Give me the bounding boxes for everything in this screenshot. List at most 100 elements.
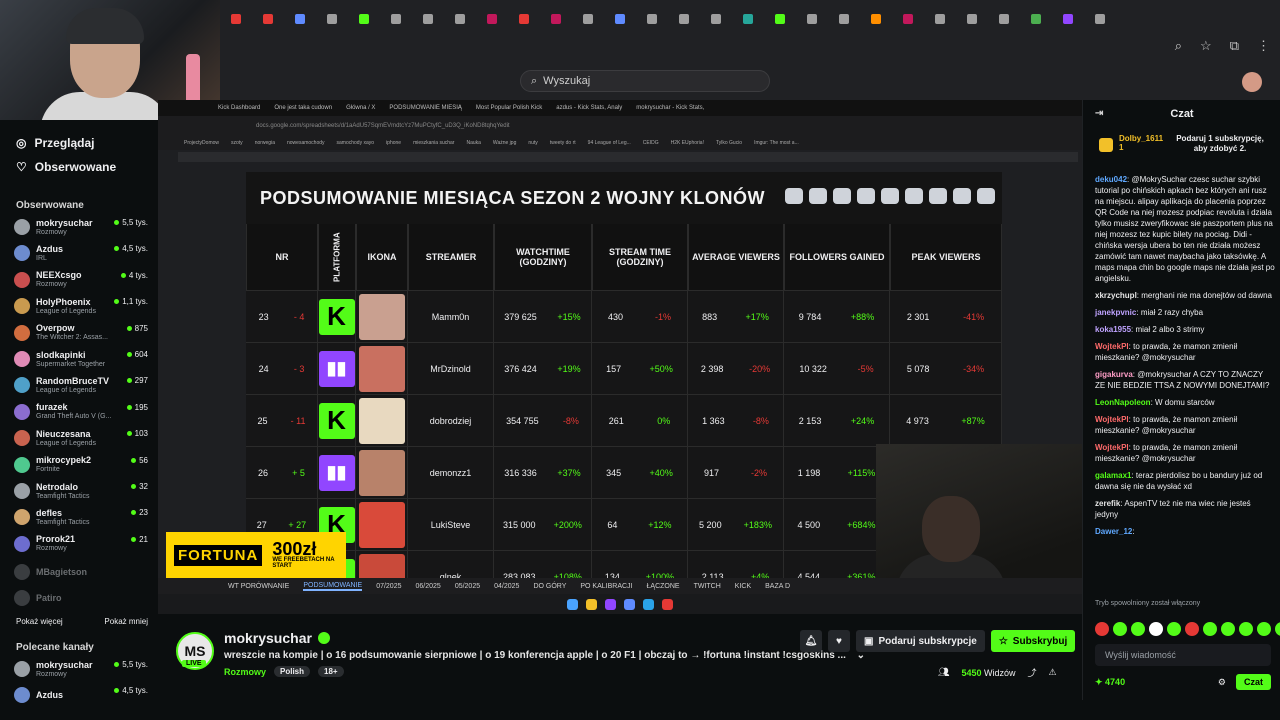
sidebar-channel[interactable]: Azdus IRL 4,5 tys. <box>14 240 152 266</box>
sidebar-channel[interactable]: mikrocypek2 Fortnite 56 <box>14 452 152 478</box>
show-more-button[interactable]: Pokaż więcej <box>16 617 63 626</box>
browser-tab[interactable] <box>830 9 858 29</box>
sidebar-channel-offline[interactable]: Patiro <box>14 585 152 611</box>
chat-username[interactable]: WojtekPl <box>1095 415 1129 424</box>
chat-username[interactable]: WojtekPl <box>1095 342 1129 351</box>
browser-tab[interactable] <box>926 9 954 29</box>
browser-tab[interactable] <box>542 9 570 29</box>
user-avatar[interactable] <box>1242 72 1262 92</box>
sidebar-channel[interactable]: slodkapinki Supermarket Together 604 <box>14 346 152 372</box>
sidebar-channel[interactable]: NEEXcsgo Rozmowy 4 tys. <box>14 267 152 293</box>
browser-tab[interactable] <box>606 9 634 29</box>
sidebar-channel[interactable]: Azdus 4,5 tys. <box>14 682 152 708</box>
emote-icon[interactable] <box>1149 622 1163 636</box>
sheet-tab[interactable]: PO KALIBRACJI <box>580 583 632 590</box>
report-icon[interactable]: ⚠ <box>1049 667 1057 678</box>
browser-tab[interactable] <box>510 9 538 29</box>
sheet-tab[interactable]: DO GÓRY <box>533 583 566 590</box>
chat-username[interactable]: galamax1 <box>1095 471 1131 480</box>
emote-icon[interactable] <box>1203 622 1217 636</box>
sidebar-channel[interactable]: Overpow The Witcher 2: Assas... 875 <box>14 320 152 346</box>
sidebar-channel[interactable]: HolyPhoenix League of Legends 1,1 tys. <box>14 293 152 319</box>
sheet-tab[interactable]: 07/2025 <box>376 583 401 590</box>
pinned-gift-banner[interactable]: Dolby_1611 1 Podaruj 1 subskrypcję, aby … <box>1099 134 1271 162</box>
sidebar-channel[interactable]: Prorok21 Rozmowy 21 <box>14 531 152 557</box>
bookmark-star-icon[interactable]: ☆ <box>1200 38 1212 54</box>
share-icon[interactable]: ⤴ <box>1028 666 1037 679</box>
browser-tab[interactable] <box>894 9 922 29</box>
show-less-button[interactable]: Pokaż mniej <box>104 617 148 626</box>
browser-tab[interactable] <box>734 9 762 29</box>
browser-tab[interactable] <box>446 9 474 29</box>
sidebar-browse-link[interactable]: ◎ Przeglądaj <box>16 136 95 150</box>
sidebar-channel[interactable]: RandomBruceTV League of Legends 297 <box>14 372 152 398</box>
sidebar-channel[interactable]: Netrodalo Teamfight Tactics 32 <box>14 478 152 504</box>
browser-tab[interactable] <box>414 9 442 29</box>
menu-icon[interactable]: ⋮ <box>1257 38 1270 54</box>
browser-tab[interactable] <box>478 9 506 29</box>
stream-category-link[interactable]: Rozmowy <box>224 667 266 677</box>
chat-username[interactable]: WojtekPl <box>1095 443 1129 452</box>
sidebar-channel[interactable]: mokrysuchar Rozmowy 5,5 tys. <box>14 214 152 240</box>
follow-heart-button[interactable]: ♥ <box>828 630 850 652</box>
sidebar-channel[interactable]: Nieuczesana League of Legends 103 <box>14 425 152 451</box>
browser-tab[interactable] <box>670 9 698 29</box>
site-search-input[interactable]: ⌕ Wyszukaj <box>520 70 770 92</box>
gift-subscription-button[interactable]: ▣ Podaruj subskrypcje <box>856 630 985 652</box>
sheet-tab[interactable]: KICK <box>735 583 751 590</box>
emote-icon[interactable] <box>1257 622 1271 636</box>
channel-points[interactable]: ✦ 4740 <box>1095 677 1125 688</box>
emote-icon[interactable] <box>1131 622 1145 636</box>
emote-icon[interactable] <box>1275 622 1280 636</box>
tag-polish[interactable]: Polish <box>274 666 311 677</box>
chat-username[interactable]: deku042 <box>1095 175 1127 184</box>
chat-username[interactable]: zerefik <box>1095 499 1120 508</box>
sheet-tab[interactable]: ŁĄCZONE <box>647 583 680 590</box>
notifications-bell-button[interactable]: 🔔︎ <box>800 630 822 652</box>
browser-tab[interactable] <box>862 9 890 29</box>
chat-message-input[interactable]: Wyślij wiadomość <box>1095 644 1271 666</box>
browser-tab[interactable] <box>1086 9 1114 29</box>
emote-icon[interactable] <box>1221 622 1235 636</box>
emote-icon[interactable] <box>1095 622 1109 636</box>
sheet-tab[interactable]: TWITCH <box>694 583 721 590</box>
extensions-icon[interactable]: ⧉ <box>1230 38 1239 54</box>
chat-send-button[interactable]: Czat <box>1235 674 1271 690</box>
sheet-tab[interactable]: PODSUMOWANIE <box>303 582 363 591</box>
sidebar-channel[interactable]: furazek Grand Theft Auto V (G... 195 <box>14 399 152 425</box>
emote-icon[interactable] <box>1167 622 1181 636</box>
sidebar-channel[interactable]: mokrysuchar Rozmowy 5,5 tys. <box>14 656 152 682</box>
sidebar-channel[interactable]: defles Teamfight Tactics 23 <box>14 504 152 530</box>
chat-settings-icon[interactable]: ⚙ <box>1218 677 1226 688</box>
browser-tab[interactable] <box>574 9 602 29</box>
sheet-tab[interactable]: 06/2025 <box>416 583 441 590</box>
tag-18plus[interactable]: 18+ <box>318 666 344 677</box>
browser-tab[interactable] <box>222 9 250 29</box>
sheet-tab[interactable]: WT PORÓWNANIE <box>228 583 289 590</box>
browser-tab[interactable] <box>766 9 794 29</box>
browser-tab[interactable] <box>350 9 378 29</box>
browser-tab[interactable] <box>254 9 282 29</box>
sheet-tab[interactable]: 05/2025 <box>455 583 480 590</box>
chat-username[interactable]: koka1955 <box>1095 325 1131 334</box>
sheet-tab[interactable]: BAZA D <box>765 583 790 590</box>
chat-username[interactable]: gigakurva <box>1095 370 1133 379</box>
browser-tab[interactable] <box>702 9 730 29</box>
emote-icon[interactable] <box>1185 622 1199 636</box>
browser-tab[interactable] <box>798 9 826 29</box>
browser-tab[interactable] <box>286 9 314 29</box>
subscribe-button[interactable]: ☆ Subskrybuj <box>990 630 1076 652</box>
browser-tab[interactable] <box>318 9 346 29</box>
sidebar-channel-offline[interactable]: MBagietson <box>14 559 152 585</box>
sheet-tab[interactable]: 04/2025 <box>494 583 519 590</box>
chat-username[interactable]: janekpvnic <box>1095 308 1136 317</box>
browser-tab[interactable] <box>382 9 410 29</box>
chat-username[interactable]: xkrzychupl <box>1095 291 1137 300</box>
browser-tab[interactable] <box>1054 9 1082 29</box>
chat-username[interactable]: LeonNapoleon <box>1095 398 1151 407</box>
browser-tab[interactable] <box>638 9 666 29</box>
collapse-chat-icon[interactable]: ⇥ <box>1095 108 1103 119</box>
browser-tab[interactable] <box>1022 9 1050 29</box>
emote-icon[interactable] <box>1113 622 1127 636</box>
browser-tab[interactable] <box>958 9 986 29</box>
